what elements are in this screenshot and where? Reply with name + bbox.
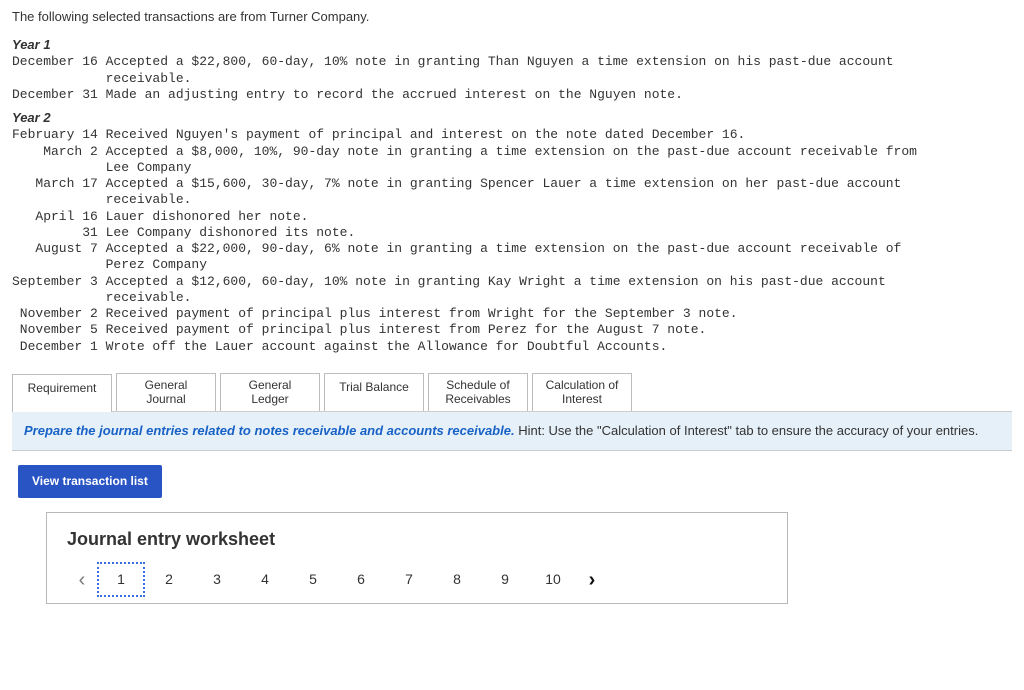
pager-page-3[interactable]: 3 bbox=[193, 562, 241, 598]
tab-general-journal[interactable]: General Journal bbox=[116, 373, 216, 411]
pager-page-4[interactable]: 4 bbox=[241, 562, 289, 598]
view-transaction-list-button[interactable]: View transaction list bbox=[18, 465, 162, 498]
tab-label-line: Journal bbox=[146, 392, 185, 406]
tab-calculation-interest[interactable]: Calculation of Interest bbox=[532, 373, 632, 411]
year2-transactions: February 14 Received Nguyen's payment of… bbox=[12, 127, 1012, 355]
tab-label-line: Receivables bbox=[445, 392, 510, 406]
tab-schedule-receivables[interactable]: Schedule of Receivables bbox=[428, 373, 528, 411]
tab-label-line: Interest bbox=[562, 392, 602, 406]
pager-page-8[interactable]: 8 bbox=[433, 562, 481, 598]
pager-page-9[interactable]: 9 bbox=[481, 562, 529, 598]
pager-page-2[interactable]: 2 bbox=[145, 562, 193, 598]
tab-label-line: Calculation of bbox=[546, 378, 619, 392]
instruction-panel: Prepare the journal entries related to n… bbox=[12, 412, 1012, 451]
tab-label-line: General bbox=[249, 378, 292, 392]
tab-general-ledger[interactable]: General Ledger bbox=[220, 373, 320, 411]
journal-entry-worksheet: Journal entry worksheet ‹ 12345678910 › bbox=[46, 512, 788, 605]
tab-label-line: Schedule of bbox=[446, 378, 509, 392]
pager-page-1[interactable]: 1 bbox=[97, 562, 145, 598]
instruction-rest: Hint: Use the "Calculation of Interest" … bbox=[515, 423, 979, 438]
instruction-lead: Prepare the journal entries related to n… bbox=[24, 423, 515, 438]
intro-text: The following selected transactions are … bbox=[12, 8, 1012, 26]
worksheet-title: Journal entry worksheet bbox=[67, 527, 767, 552]
pager-page-7[interactable]: 7 bbox=[385, 562, 433, 598]
tab-trial-balance[interactable]: Trial Balance bbox=[324, 373, 424, 411]
pager-page-10[interactable]: 10 bbox=[529, 562, 577, 598]
tab-label-line: Ledger bbox=[251, 392, 288, 406]
year2-heading: Year 2 bbox=[12, 109, 1012, 127]
year1-transactions: December 16 Accepted a $22,800, 60-day, … bbox=[12, 54, 1012, 103]
tab-label-line: General bbox=[145, 378, 188, 392]
pager-prev-icon[interactable]: ‹ bbox=[67, 566, 97, 594]
tab-bar: Requirement General Journal General Ledg… bbox=[12, 373, 1012, 412]
tab-requirement[interactable]: Requirement bbox=[12, 374, 112, 412]
pager-page-6[interactable]: 6 bbox=[337, 562, 385, 598]
year1-heading: Year 1 bbox=[12, 36, 1012, 54]
pager-page-5[interactable]: 5 bbox=[289, 562, 337, 598]
pager-next-icon[interactable]: › bbox=[577, 566, 607, 594]
worksheet-pager: ‹ 12345678910 › bbox=[67, 562, 767, 598]
